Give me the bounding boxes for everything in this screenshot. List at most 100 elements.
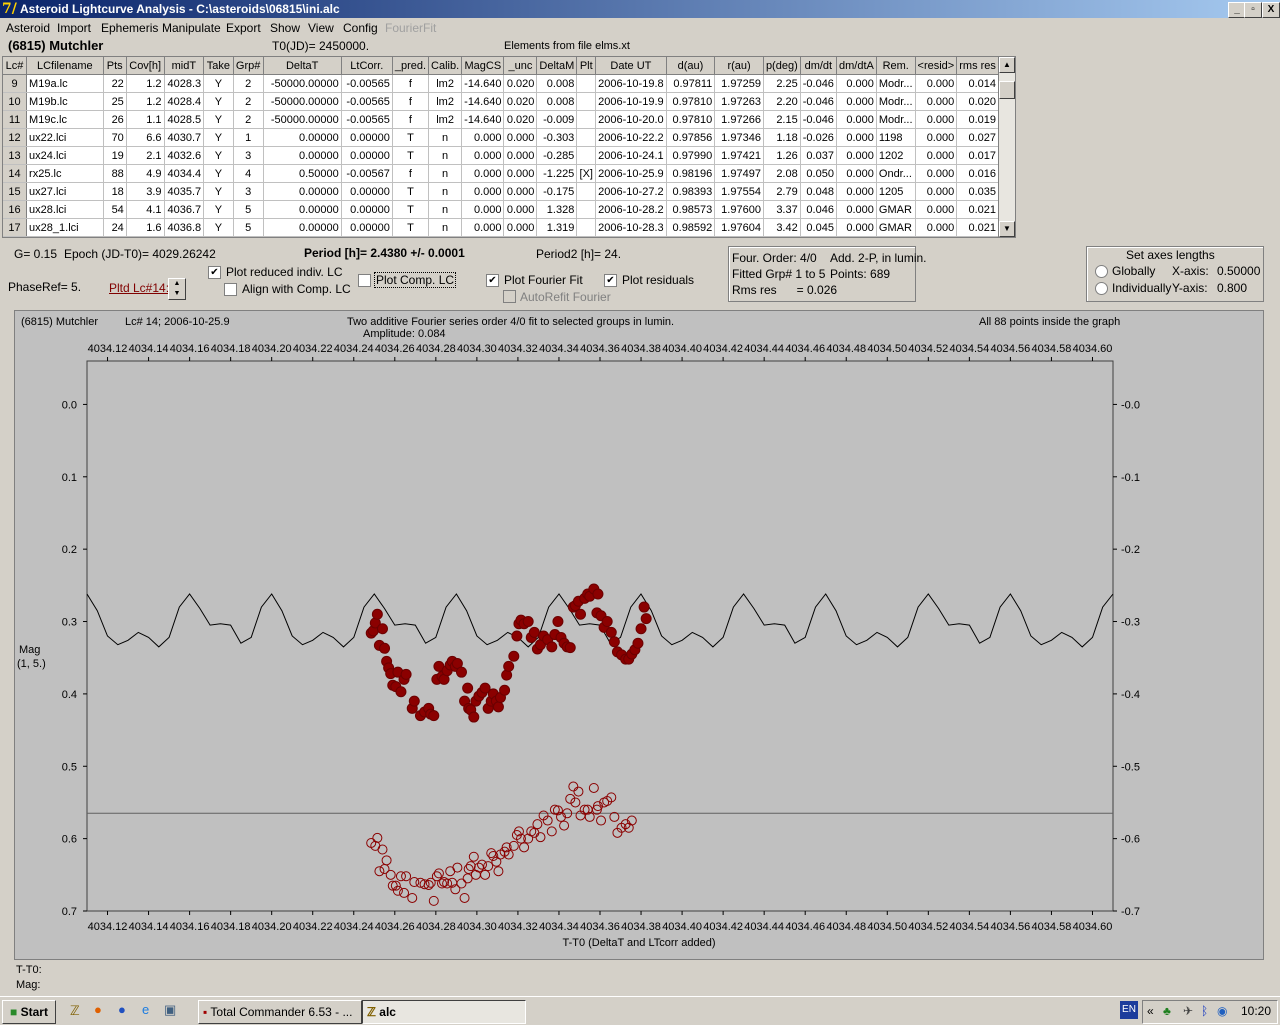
table-cell[interactable]: 0.000 — [461, 146, 505, 165]
table-cell[interactable]: 0.008 — [536, 74, 578, 93]
table-cell[interactable]: 1.97604 — [714, 218, 764, 237]
table-cell[interactable] — [576, 200, 597, 219]
table-cell[interactable]: -50000.00000 — [263, 74, 342, 93]
table-cell[interactable]: 0.98393 — [666, 182, 716, 201]
menu-config[interactable]: Config — [343, 21, 378, 35]
table-cell[interactable] — [576, 218, 597, 237]
table-cell[interactable]: 1.18 — [763, 128, 801, 147]
table-cell[interactable]: 4.1 — [126, 200, 165, 219]
table-cell[interactable]: 0.000 — [503, 164, 538, 183]
table-cell[interactable]: 4.9 — [126, 164, 165, 183]
firefox-icon[interactable]: ● — [94, 1002, 102, 1017]
table-cell[interactable]: 0.020 — [503, 110, 538, 129]
table-cell[interactable]: 3 — [233, 182, 264, 201]
table-cell[interactable]: 1 — [233, 128, 264, 147]
row-number[interactable]: 17 — [3, 218, 28, 237]
table-cell[interactable]: Y — [203, 92, 234, 111]
table-cell[interactable]: -14.640 — [461, 92, 505, 111]
table-cell[interactable]: 0.98196 — [666, 164, 716, 183]
table-cell[interactable]: 2.1 — [126, 146, 165, 165]
table-cell[interactable] — [576, 146, 597, 165]
column-header[interactable]: LCfilename — [26, 57, 104, 75]
scroll-up-icon[interactable]: ▲ — [999, 57, 1015, 73]
table-cell[interactable]: 0.00000 — [263, 128, 342, 147]
table-cell[interactable]: 0.000 — [836, 200, 877, 219]
table-cell[interactable]: 1.6 — [126, 218, 165, 237]
table-scrollbar[interactable]: ▲ ▼ — [998, 56, 1016, 238]
table-cell[interactable]: 1.1 — [126, 110, 165, 129]
table-cell[interactable]: -50000.00000 — [263, 92, 342, 111]
table-cell[interactable]: 0.00000 — [341, 182, 393, 201]
table-cell[interactable]: 1205 — [876, 182, 916, 201]
table-cell[interactable]: Modr... — [876, 110, 916, 129]
table-cell[interactable]: Y — [203, 74, 234, 93]
table-cell[interactable]: -0.046 — [800, 74, 837, 93]
scroll-down-icon[interactable]: ▼ — [999, 221, 1015, 237]
column-header[interactable]: DeltaT — [263, 57, 342, 75]
x-axis-value[interactable]: 0.50000 — [1217, 264, 1260, 278]
table-row[interactable]: 10 M19b.lc 25 1.2 4028.4 Y 2 -50000.00000 -0.005… — [3, 92, 999, 111]
y-axis-value[interactable]: 0.800 — [1217, 281, 1247, 295]
table-cell[interactable]: -0.00565 — [341, 110, 393, 129]
table-cell[interactable]: 3.42 — [763, 218, 801, 237]
table-cell[interactable]: -0.285 — [536, 146, 578, 165]
table-cell[interactable]: 0.000 — [503, 218, 538, 237]
table-cell[interactable]: n — [428, 128, 463, 147]
table-row[interactable]: 15 ux27.lci 18 3.9 4035.7 Y 3 0.00000 0.00000 Tn 0… — [3, 182, 999, 201]
column-header[interactable]: p(deg) — [763, 57, 801, 75]
table-cell[interactable]: 0.000 — [836, 182, 877, 201]
table-cell[interactable]: 0.000 — [915, 218, 958, 237]
column-header[interactable]: _unc — [503, 57, 538, 75]
table-cell[interactable]: GMAR — [876, 200, 916, 219]
table-cell[interactable]: 0.00000 — [341, 146, 393, 165]
tray-app-icon[interactable]: ♣ — [1163, 1004, 1171, 1018]
table-cell[interactable]: lm2 — [428, 92, 463, 111]
table-cell[interactable]: 2006-10-27.2 — [595, 182, 667, 201]
table-cell[interactable]: 4028.4 — [164, 92, 205, 111]
close-button[interactable]: X — [1262, 2, 1280, 18]
table-cell[interactable]: -50000.00000 — [263, 110, 342, 129]
table-cell[interactable]: n — [428, 164, 463, 183]
table-cell[interactable]: -0.00565 — [341, 92, 393, 111]
table-cell[interactable]: 0.000 — [915, 128, 958, 147]
table-cell[interactable]: -14.640 — [461, 110, 505, 129]
column-header[interactable]: Grp# — [233, 57, 264, 75]
table-cell[interactable]: 6.6 — [126, 128, 165, 147]
table-cell[interactable]: Y — [203, 146, 234, 165]
table-cell[interactable]: 0.000 — [503, 200, 538, 219]
table-row[interactable]: 13 ux24.lci 19 2.1 4032.6 Y 3 0.00000 0.00000 Tn 0… — [3, 146, 999, 165]
table-cell[interactable]: Y — [203, 110, 234, 129]
row-number[interactable]: 10 — [3, 92, 28, 111]
table-cell[interactable]: 3.9 — [126, 182, 165, 201]
table-cell[interactable]: ux28.lci — [26, 200, 104, 219]
autorefit-checkbox[interactable] — [503, 290, 516, 303]
table-cell[interactable]: -0.046 — [800, 110, 837, 129]
table-cell[interactable]: 0.021 — [956, 200, 999, 219]
table-cell[interactable]: 1.97600 — [714, 200, 764, 219]
table-cell[interactable]: 0.000 — [461, 218, 505, 237]
bluetooth-icon[interactable]: ᛒ — [1201, 1004, 1208, 1018]
table-cell[interactable]: 3 — [233, 146, 264, 165]
table-cell[interactable]: -0.303 — [536, 128, 578, 147]
table-cell[interactable]: 24 — [103, 218, 127, 237]
column-header[interactable]: r(au) — [714, 57, 764, 75]
table-cell[interactable]: 0.97990 — [666, 146, 716, 165]
table-cell[interactable]: Y — [203, 182, 234, 201]
table-cell[interactable]: 0.020 — [956, 92, 999, 111]
table-cell[interactable]: 0.000 — [461, 200, 505, 219]
plot-reduced-checkbox[interactable]: ✔ — [208, 266, 221, 279]
table-cell[interactable]: 2 — [233, 92, 264, 111]
table-cell[interactable]: -14.640 — [461, 74, 505, 93]
table-cell[interactable]: 4032.6 — [164, 146, 205, 165]
table-cell[interactable]: Y — [203, 200, 234, 219]
table-cell[interactable]: lm2 — [428, 110, 463, 129]
column-header[interactable]: Cov[h] — [126, 57, 165, 75]
table-cell[interactable]: 0.000 — [503, 146, 538, 165]
table-cell[interactable]: 1.97554 — [714, 182, 764, 201]
table-cell[interactable] — [576, 74, 597, 93]
table-cell[interactable]: 0.045 — [800, 218, 837, 237]
plot-fourier-checkbox[interactable]: ✔ — [486, 274, 499, 287]
table-cell[interactable]: 0.97810 — [666, 110, 716, 129]
table-cell[interactable] — [576, 110, 597, 129]
column-header[interactable]: Lc# — [3, 57, 28, 75]
